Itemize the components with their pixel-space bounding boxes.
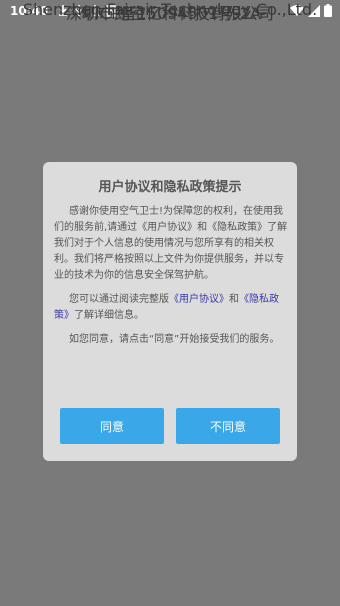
user-agreement-link[interactable]: 《用户协议》 xyxy=(169,294,229,305)
links-prefix: 您可以通过阅读完整版 xyxy=(69,294,169,305)
dialog-title: 用户协议和隐私政策提示 xyxy=(98,180,242,195)
links-and: 和 xyxy=(229,294,239,305)
dialog-body: 感谢你使用空气卫士!为保障您的权利，在使用我们的服务前,请通过《用户协议》和《隐… xyxy=(54,204,288,356)
disagree-button[interactable]: 不同意 xyxy=(176,408,280,444)
dialog-paragraph-intro: 感谢你使用空气卫士!为保障您的权利，在使用我们的服务前,请通过《用户协议》和《隐… xyxy=(54,206,288,281)
links-suffix: 了解详细信息。 xyxy=(74,310,144,321)
privacy-dialog: 用户协议和隐私政策提示 感谢你使用空气卫士!为保障您的权利，在使用我们的服务前,… xyxy=(43,162,297,461)
agree-button[interactable]: 同意 xyxy=(60,408,164,444)
dialog-paragraph-consent: 如您同意，请点击“同意”开始接受我们的服务。 xyxy=(69,334,280,345)
dialog-paragraph-links: 您可以通过阅读完整版《用户协议》和《隐私政策》了解详细信息。 xyxy=(54,292,288,324)
footer-icp: 粤ICP备15094501号-2A xyxy=(79,4,261,23)
